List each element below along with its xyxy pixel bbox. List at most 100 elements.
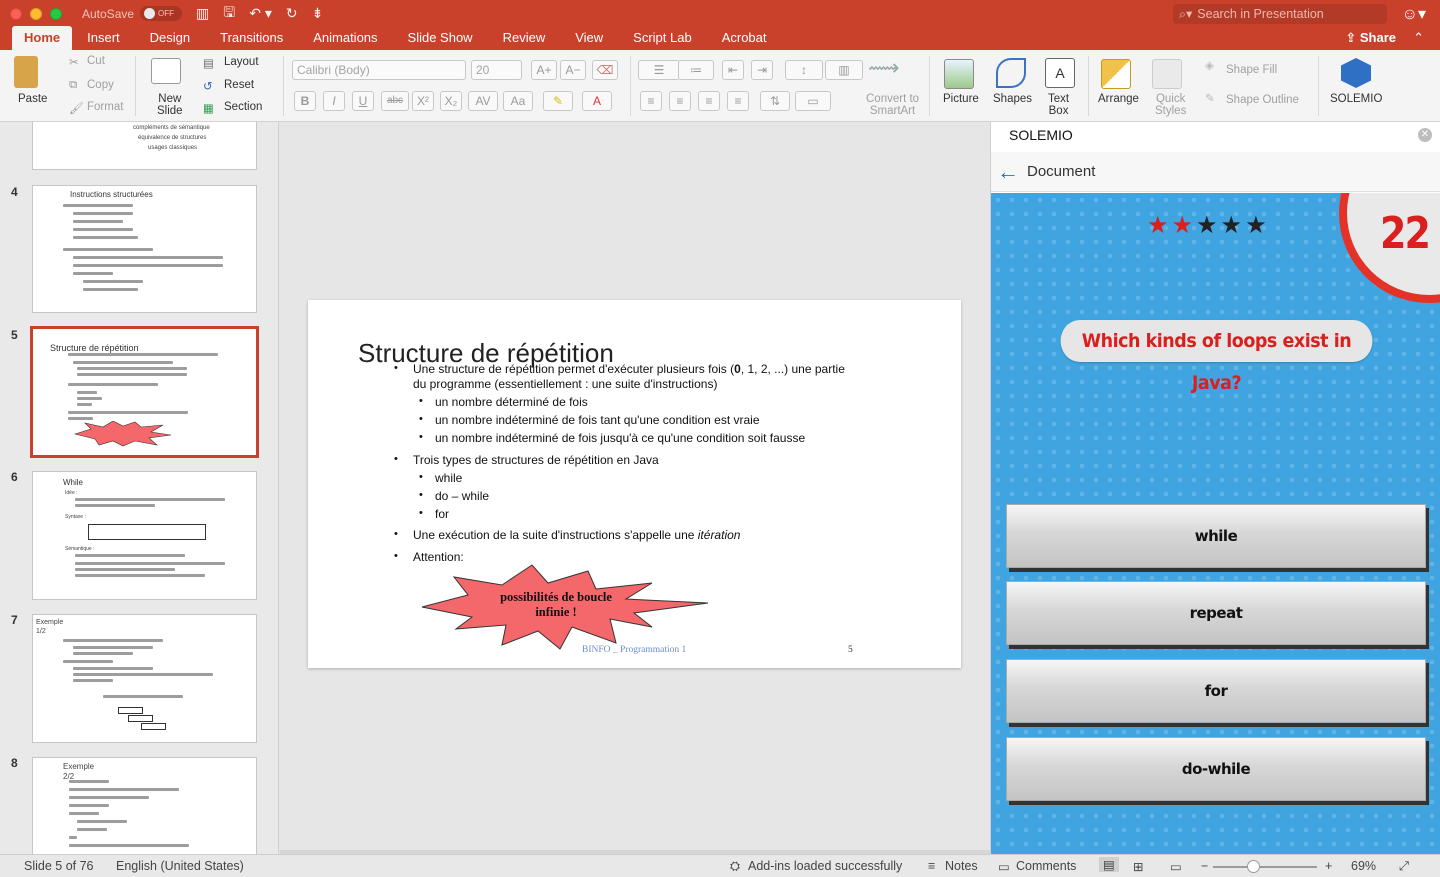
shapes-icon[interactable] [996, 58, 1026, 88]
change-case-icon[interactable]: Aa [503, 91, 533, 111]
solemio-button[interactable]: SOLEMIO [1330, 93, 1382, 105]
close-icon[interactable]: ✕ [1418, 128, 1432, 142]
justify-icon[interactable]: ≡ [727, 91, 749, 111]
zoom-slider[interactable] [1213, 866, 1317, 868]
bullet-1[interactable]: Une structure de répétition permet d'exé… [413, 362, 845, 376]
tab-home[interactable]: Home [12, 26, 73, 50]
font-color-icon[interactable]: A [582, 91, 612, 111]
loop-while[interactable]: while [435, 471, 462, 485]
convert-smartart-button[interactable]: Convert to SmartArt [866, 93, 919, 117]
tab-acrobat[interactable]: Acrobat [707, 30, 782, 50]
character-spacing-icon[interactable]: AV [468, 91, 498, 111]
account-icon[interactable]: ☺▾ [1402, 4, 1426, 24]
quick-styles-icon[interactable] [1152, 59, 1182, 89]
bullet-4[interactable]: Attention: [413, 550, 464, 564]
tab-review[interactable]: Review [488, 30, 561, 50]
maximize-window-button[interactable] [50, 7, 62, 20]
slide-sorter-icon[interactable]: ⊞ [1133, 859, 1143, 874]
columns-icon[interactable]: ▥ [825, 60, 863, 80]
solemio-icon[interactable] [1341, 58, 1371, 88]
tab-transitions[interactable]: Transitions [205, 30, 298, 50]
back-arrow-icon[interactable]: ← [997, 159, 1019, 185]
reading-view-icon[interactable]: ▭ [1170, 859, 1182, 874]
new-slide-icon[interactable] [151, 58, 181, 84]
normal-view-icon[interactable]: ▤ [1099, 857, 1119, 872]
sub-bullet-2[interactable]: un nombre indéterminé de fois tant qu'un… [435, 413, 760, 427]
bullet-3[interactable]: Une exécution de la suite d'instructions… [413, 528, 740, 542]
customize-toolbar-icon[interactable]: ⇟ [312, 5, 324, 22]
underline-icon[interactable]: U [352, 91, 374, 111]
clear-format-icon[interactable]: ⌫ [592, 60, 618, 80]
answer-button-2[interactable]: repeat [1006, 581, 1426, 645]
shape-fill-button[interactable]: Shape Fill [1226, 64, 1277, 76]
bold-icon[interactable]: B [294, 91, 316, 111]
decrease-indent-icon[interactable]: ⇤ [722, 60, 744, 80]
tab-script-lab[interactable]: Script Lab [618, 30, 707, 50]
picture-button[interactable]: Picture [943, 93, 979, 105]
cut-button[interactable]: Cut [87, 55, 105, 67]
slide-thumbnail-7[interactable]: Exemple 1/2 [32, 614, 257, 743]
line-spacing-icon[interactable]: ↕ [785, 60, 823, 80]
fit-to-window-icon[interactable]: ⤢ [1399, 859, 1409, 874]
section-button[interactable]: Section [224, 101, 262, 113]
bullet-1-cont[interactable]: du programme (essentiellement : une suit… [413, 377, 717, 391]
grow-font-icon[interactable]: A+ [531, 60, 557, 80]
redo-icon[interactable]: ↻ [286, 5, 298, 22]
subscript-icon[interactable]: X₂ [440, 91, 462, 111]
save-icon[interactable]: 🖫 [223, 2, 235, 26]
copy-button[interactable]: Copy [87, 79, 114, 91]
language-status[interactable]: English (United States) [116, 859, 244, 873]
picture-icon[interactable] [944, 59, 974, 89]
zoom-out-icon[interactable]: − [1201, 859, 1208, 873]
italic-icon[interactable]: I [323, 91, 345, 111]
tab-animations[interactable]: Animations [298, 30, 392, 50]
paste-button[interactable]: Paste [18, 93, 47, 105]
superscript-icon[interactable]: X² [412, 91, 434, 111]
tab-insert[interactable]: Insert [72, 30, 135, 50]
arrange-icon[interactable] [1101, 59, 1131, 89]
align-right-icon[interactable]: ≡ [698, 91, 720, 111]
shrink-font-icon[interactable]: A− [560, 60, 586, 80]
align-left-icon[interactable]: ≡ [640, 91, 662, 111]
slide-thumbnail-3[interactable]: compléments de sémantique équivalence de… [32, 122, 257, 170]
layout-button[interactable]: Layout [224, 56, 259, 68]
minimize-window-button[interactable] [30, 7, 42, 20]
bullet-2[interactable]: Trois types de structures de répétition … [413, 453, 659, 467]
highlight-color-icon[interactable]: ✎ [543, 91, 573, 111]
quick-styles-button[interactable]: Quick Styles [1155, 93, 1186, 117]
reset-button[interactable]: Reset [224, 79, 254, 91]
shapes-button[interactable]: Shapes [993, 93, 1032, 105]
collapse-ribbon-icon[interactable]: ⌃ [1413, 30, 1424, 46]
close-window-button[interactable] [10, 7, 22, 20]
share-button[interactable]: ⇪ Share [1345, 30, 1396, 46]
paste-icon[interactable] [14, 56, 38, 88]
notes-button[interactable]: Notes [945, 859, 978, 873]
increase-indent-icon[interactable]: ⇥ [751, 60, 773, 80]
format-painter-button[interactable]: Format [87, 101, 123, 113]
align-center-icon[interactable]: ≡ [669, 91, 691, 111]
slide-thumbnail-5[interactable]: Structure de répétition [30, 326, 259, 458]
tab-view[interactable]: View [560, 30, 618, 50]
strikethrough-icon[interactable]: abc [381, 91, 409, 111]
undo-icon[interactable]: ↶ ▾ [249, 5, 272, 22]
tab-design[interactable]: Design [135, 30, 205, 50]
loop-for[interactable]: for [435, 507, 449, 521]
new-slide-button[interactable]: New Slide [157, 93, 183, 117]
text-box-button[interactable]: Text Box [1048, 93, 1069, 117]
sub-bullet-1[interactable]: un nombre déterminé de fois [435, 395, 588, 409]
autosave-toggle[interactable]: OFF [140, 6, 183, 21]
answer-button-4[interactable]: do-while [1006, 737, 1426, 801]
tab-slide-show[interactable]: Slide Show [393, 30, 488, 50]
text-direction-icon[interactable]: ⇅ [760, 91, 790, 111]
answer-button-3[interactable]: for [1006, 659, 1426, 723]
font-size-select[interactable]: 20 [471, 60, 522, 80]
current-slide[interactable]: Structure de répétition • Une structure … [308, 300, 961, 668]
answer-button-1[interactable]: while [1006, 504, 1426, 568]
search-box[interactable]: ⌕▾ Search in Presentation [1173, 4, 1387, 24]
bullets-icon[interactable]: ☰ [638, 60, 680, 80]
arrange-button[interactable]: Arrange [1098, 93, 1139, 105]
zoom-slider-handle[interactable] [1247, 860, 1260, 873]
search-input[interactable]: Search in Presentation [1197, 7, 1323, 21]
shape-outline-button[interactable]: Shape Outline [1226, 94, 1299, 106]
font-name-select[interactable]: Calibri (Body) [292, 60, 466, 80]
